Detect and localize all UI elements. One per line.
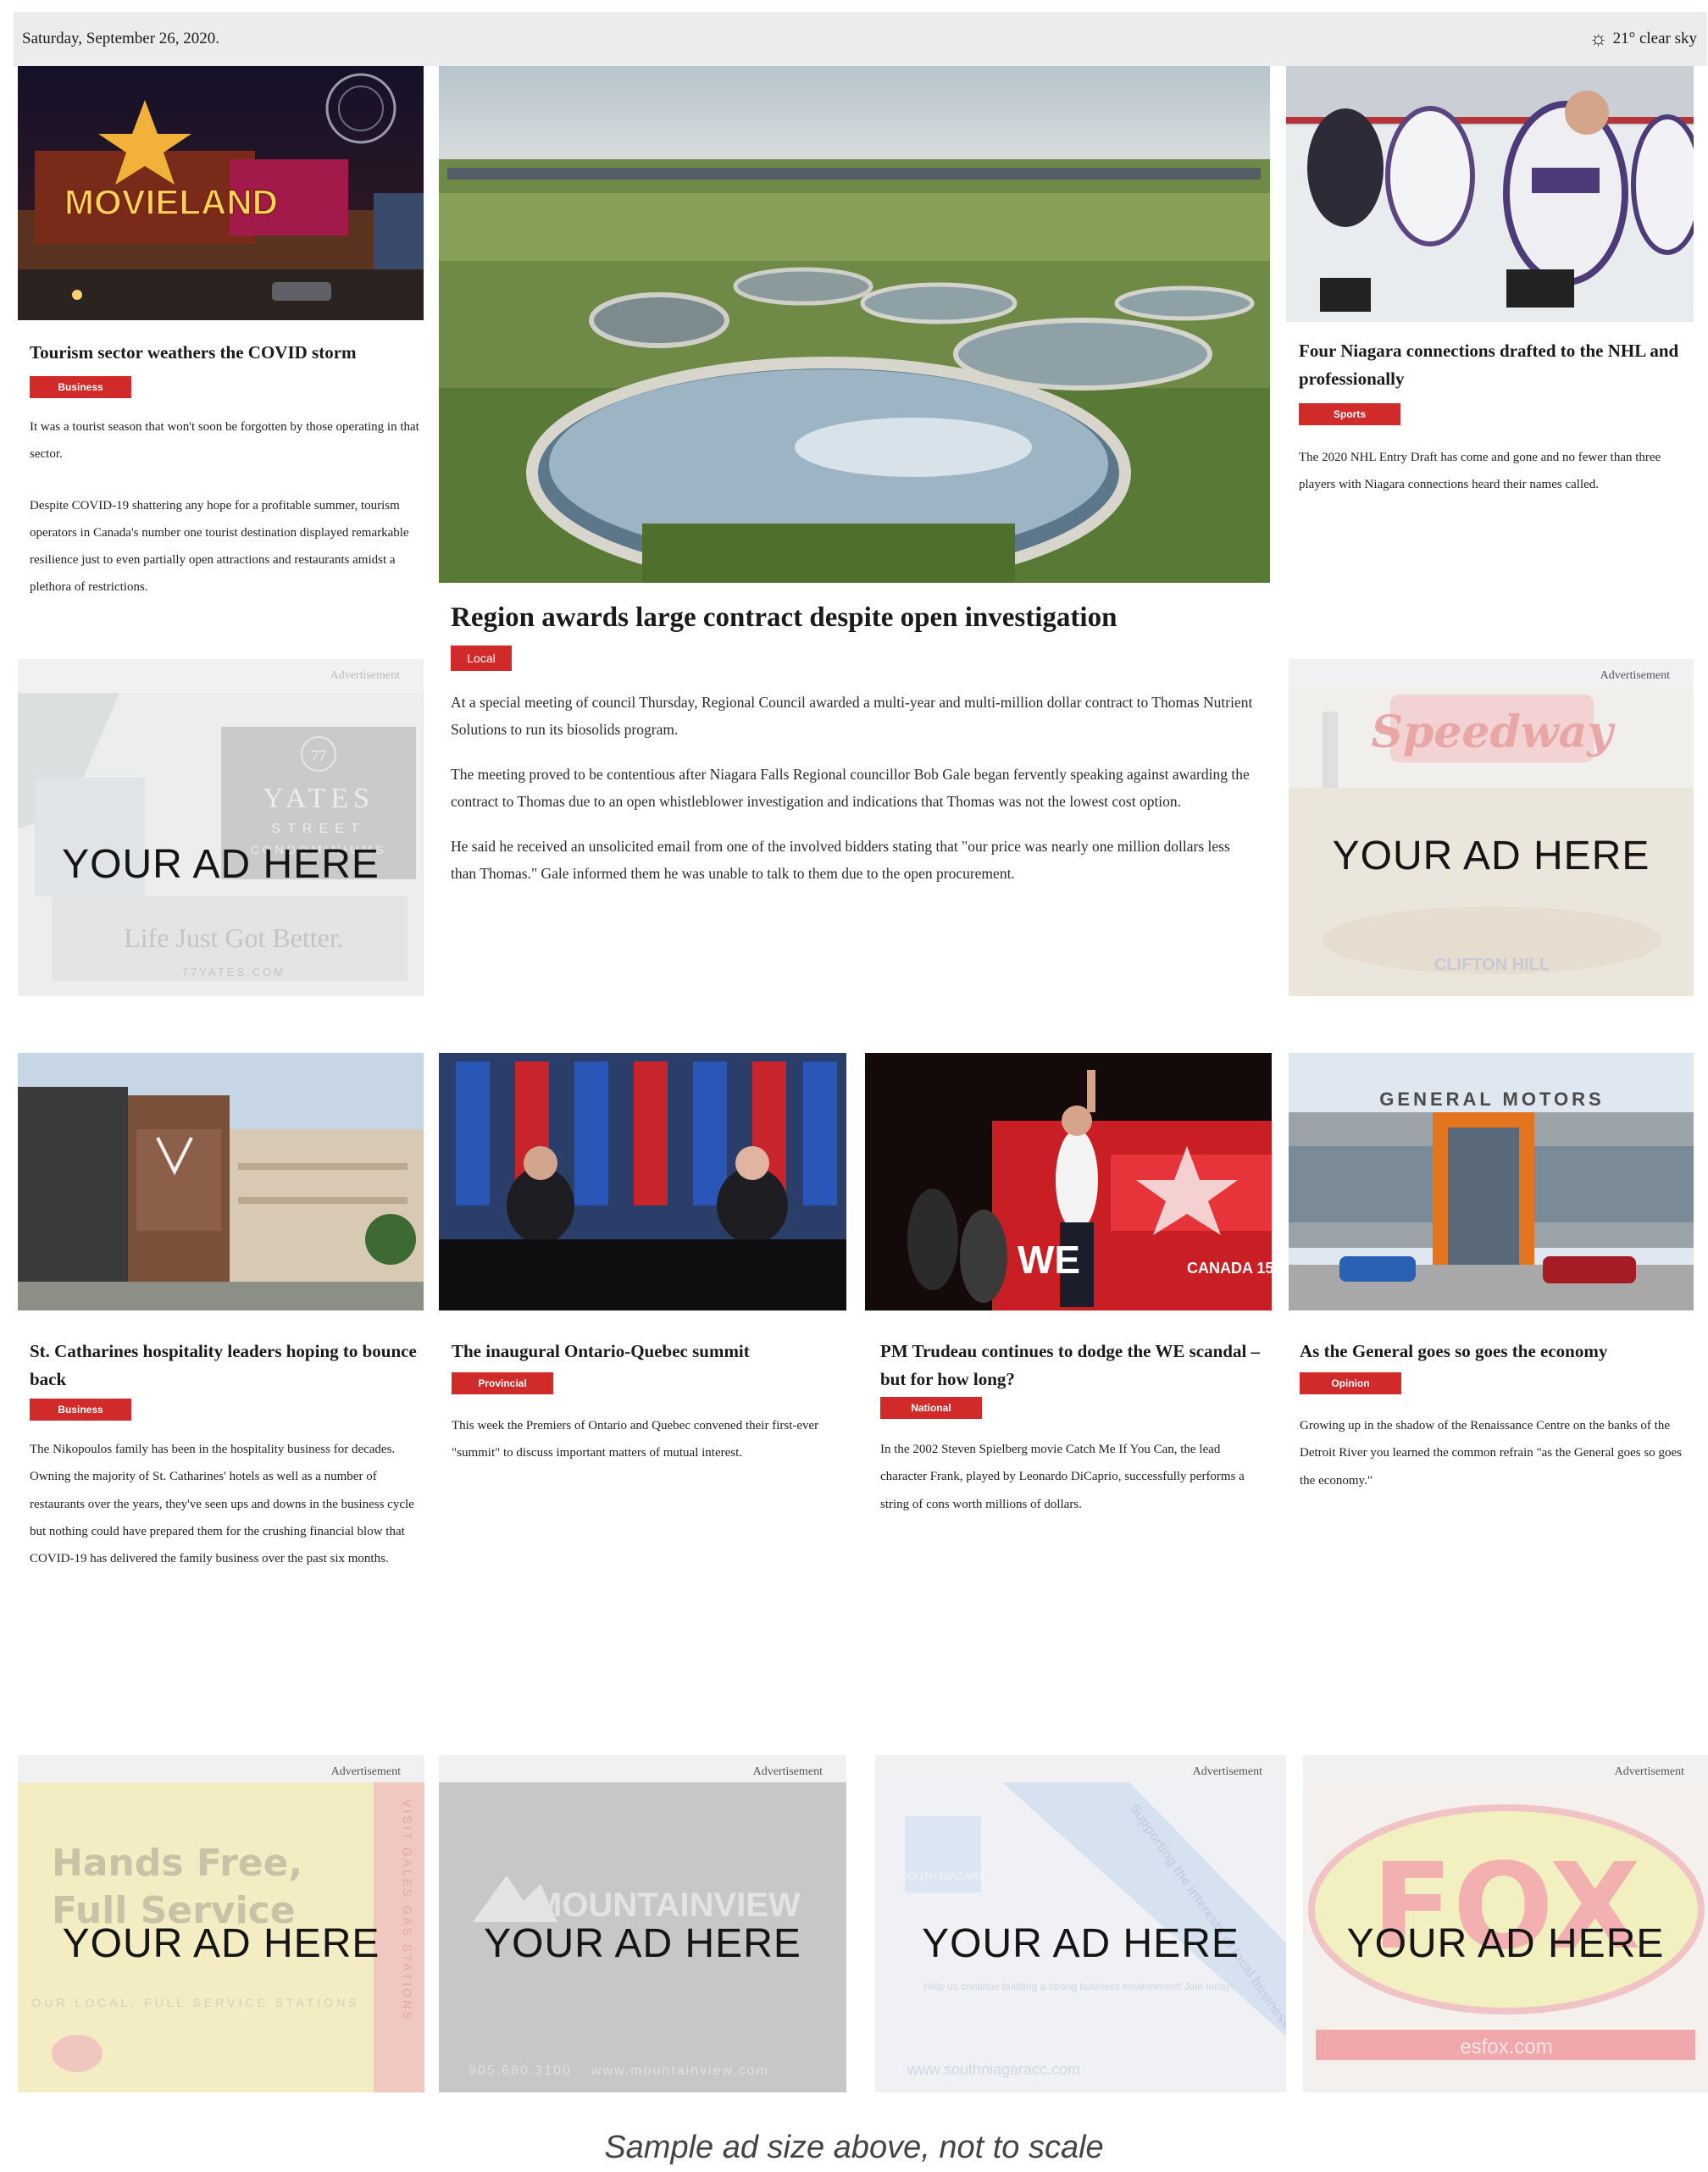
article-image-region[interactable] (439, 66, 1270, 583)
weather-widget: ☼ 21° clear sky (1589, 29, 1697, 49)
advertisement-hands-free[interactable]: Advertisement Hands Free, Full Service O… (18, 1755, 424, 2092)
hands-free-line1: Hands Free, (52, 1842, 302, 1885)
excerpt-paragraph: In the 2002 Steven Spielberg movie Catch… (880, 1443, 1245, 1511)
article-title-nhl[interactable]: Four Niagara connections drafted to the … (1299, 337, 1684, 392)
yates-url: 77YATES.COM (182, 966, 286, 978)
svg-text:77: 77 (311, 747, 326, 764)
article-card-hospitality[interactable]: St. Catharines hospitality leaders hopin… (18, 1053, 424, 1629)
article-image-gm[interactable]: GENERAL MOTORS (1289, 1053, 1694, 1310)
hands-free-side-text: VISIT GALES GAS STATIONS (401, 1799, 414, 2022)
category-badge-sports[interactable]: Sports (1299, 403, 1400, 425)
south-niagara-logo: SOUTH NIAGARA (901, 1870, 984, 1882)
article-excerpt-gm: Growing up in the shadow of the Renaissa… (1300, 1412, 1688, 1518)
south-niagara-url: www.southniagaracc.com (907, 2061, 1080, 2078)
ad-placeholder-text: YOUR AD HERE (62, 842, 380, 887)
article-excerpt-region: At a special meeting of council Thursday… (451, 690, 1256, 906)
ad-placeholder-text: YOUR AD HERE (484, 1921, 801, 1966)
speedway-logo: Speedway (1371, 706, 1616, 758)
excerpt-paragraph: It was a tourist season that won't soon … (30, 420, 419, 462)
article-card-gm[interactable]: GENERAL MOTORS As the General goes so go… (1289, 1053, 1694, 1629)
advertisement-label: Advertisement (330, 1765, 401, 1778)
article-excerpt-trudeau: In the 2002 Steven Spielberg movie Catch… (880, 1436, 1266, 1542)
article-excerpt-hospitality: The Nikopoulos family has been in the ho… (30, 1436, 419, 1596)
sun-icon: ☼ (1589, 28, 1608, 50)
ad-placeholder-text: YOUR AD HERE (922, 1921, 1239, 1966)
excerpt-paragraph: At a special meeting of council Thursday… (451, 694, 1253, 738)
ad-placeholder-text: YOUR AD HERE (1332, 834, 1650, 878)
gm-sign: GENERAL MOTORS (1379, 1089, 1604, 1110)
canada-150-sign: CANADA 150 (1187, 1260, 1272, 1277)
mountainview-phone: 905.680.3100 (469, 2064, 572, 2078)
advertisement-south-niagara[interactable]: Advertisement SOUTH NIAGARA Supporting t… (875, 1755, 1286, 2092)
excerpt-paragraph: He said he received an unsolicited email… (451, 838, 1230, 882)
advertisement-speedway[interactable]: Advertisement Speedway CLIFTON HILL YOUR… (1289, 659, 1694, 996)
yates-line1: YATES (263, 783, 374, 814)
fox-url: esfox.com (1460, 2036, 1552, 2058)
ad-placeholder-text: YOUR AD HERE (62, 1921, 380, 1966)
advertisement-label: Advertisement (1192, 1765, 1262, 1778)
article-excerpt-summit: This week the Premiers of Ontario and Qu… (452, 1412, 840, 1491)
article-card-nhl[interactable]: Four Niagara connections drafted to the … (1286, 66, 1694, 634)
category-badge-national[interactable]: National (880, 1397, 982, 1419)
article-image-hospitality[interactable] (18, 1053, 424, 1310)
excerpt-paragraph: Despite COVID-19 shattering any hope for… (30, 498, 409, 595)
article-title-gm[interactable]: As the General goes so goes the economy (1300, 1338, 1689, 1366)
article-image-tourism[interactable]: MOVIELAND (18, 66, 424, 320)
yates-tagline: Life Just Got Better. (124, 923, 344, 953)
advertisement-label: Advertisement (330, 669, 400, 682)
category-badge-opinion[interactable]: Opinion (1300, 1372, 1401, 1394)
speedway-subtitle: CLIFTON HILL (1434, 956, 1550, 974)
article-card-trudeau[interactable]: WE CANADA 150 PM Trudeau continues to do… (865, 1053, 1272, 1629)
excerpt-paragraph: Growing up in the shadow of the Renaissa… (1300, 1419, 1682, 1488)
excerpt-paragraph: The meeting proved to be contentious aft… (451, 766, 1250, 810)
weather-text: 21° clear sky (1612, 30, 1697, 47)
category-badge-provincial[interactable]: Provincial (452, 1372, 553, 1394)
article-image-summit[interactable] (439, 1053, 846, 1310)
mountainview-logo: MOUNTAINVIEW (534, 1887, 801, 1924)
article-title-summit[interactable]: The inaugural Ontario-Quebec summit (452, 1338, 841, 1366)
article-card-region[interactable]: Region awards large contract despite ope… (439, 66, 1270, 998)
article-excerpt-nhl: The 2020 NHL Entry Draft has come and go… (1299, 444, 1687, 523)
advertisement-label: Advertisement (752, 1765, 823, 1778)
article-image-trudeau[interactable]: WE CANADA 150 (865, 1053, 1272, 1310)
we-sign: WE (1018, 1238, 1080, 1282)
article-image-nhl[interactable] (1286, 66, 1694, 322)
advertisement-mountainview[interactable]: Advertisement MOUNTAINVIEW 905.680.3100 … (439, 1755, 846, 2092)
article-title-tourism[interactable]: Tourism sector weathers the COVID storm (30, 339, 419, 367)
hands-free-line3: OUR LOCAL, FULL SERVICE STATIONS (31, 1996, 359, 2009)
yates-line2: STREET (271, 822, 365, 836)
advertisement-yates[interactable]: Advertisement 77 YATES STREET CONDOMINIU… (18, 659, 424, 996)
advertisement-label: Advertisement (1614, 1765, 1684, 1778)
excerpt-paragraph: The 2020 NHL Entry Draft has come and go… (1299, 451, 1661, 492)
category-badge-local[interactable]: Local (451, 646, 512, 671)
article-card-summit[interactable]: The inaugural Ontario-Quebec summit Prov… (439, 1053, 846, 1629)
article-title-region[interactable]: Region awards large contract despite ope… (451, 600, 1264, 636)
current-date: Saturday, September 26, 2020. (22, 30, 220, 47)
article-excerpt-tourism: It was a tourist season that won't soon … (30, 413, 419, 625)
excerpt-paragraph: This week the Premiers of Ontario and Qu… (452, 1419, 819, 1460)
article-title-hospitality[interactable]: St. Catharines hospitality leaders hopin… (30, 1338, 419, 1393)
article-title-trudeau[interactable]: PM Trudeau continues to dodge the WE sca… (880, 1338, 1262, 1393)
advertisement-fox[interactable]: Advertisement FOX esfox.com YOUR AD HERE (1303, 1755, 1708, 2092)
category-badge-business[interactable]: Business (30, 1399, 131, 1421)
south-niagara-middle-text: Help us continue building a strong busin… (923, 1981, 1234, 1992)
article-card-tourism[interactable]: MOVIELAND Tourism sector weathers the CO… (18, 66, 424, 634)
top-bar: Saturday, September 26, 2020. ☼ 21° clea… (14, 12, 1707, 66)
category-badge-business[interactable]: Business (30, 376, 131, 398)
ad-size-caption: Sample ad size above, not to scale (604, 2130, 1104, 2165)
movieland-sign: MOVIELAND (64, 182, 278, 222)
excerpt-paragraph: The Nikopoulos family has been in the ho… (30, 1443, 414, 1565)
ad-placeholder-text: YOUR AD HERE (1346, 1921, 1665, 1966)
advertisement-label: Advertisement (1600, 669, 1670, 682)
mountainview-url: www.mountainview.com (591, 2064, 769, 2078)
